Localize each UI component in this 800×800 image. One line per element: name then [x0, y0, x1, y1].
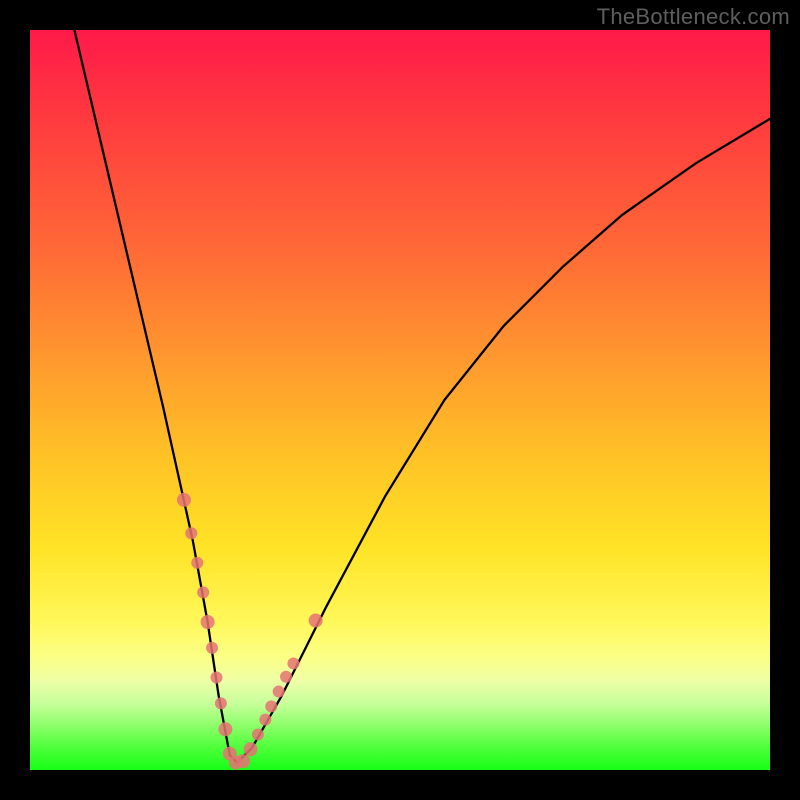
marker-point: [309, 614, 323, 628]
marker-point: [210, 672, 222, 684]
marker-point: [244, 742, 258, 756]
chart-frame: TheBottleneck.com: [0, 0, 800, 800]
watermark-text: TheBottleneck.com: [597, 4, 790, 30]
marker-point: [191, 557, 203, 569]
marker-point: [185, 527, 197, 539]
marker-point: [265, 700, 277, 712]
marker-point: [280, 671, 292, 683]
marker-point: [177, 493, 191, 507]
marker-point: [236, 754, 250, 768]
marker-point: [218, 722, 232, 736]
marker-point: [252, 728, 264, 740]
marker-cluster: [177, 493, 323, 770]
curve-layer: [30, 30, 770, 770]
marker-point: [215, 697, 227, 709]
plot-area: [30, 30, 770, 770]
marker-point: [206, 642, 218, 654]
marker-point: [197, 586, 209, 598]
marker-point: [273, 686, 285, 698]
marker-point: [201, 615, 215, 629]
marker-point: [259, 714, 271, 726]
marker-point: [287, 657, 299, 669]
bottleneck-curve: [74, 30, 770, 763]
